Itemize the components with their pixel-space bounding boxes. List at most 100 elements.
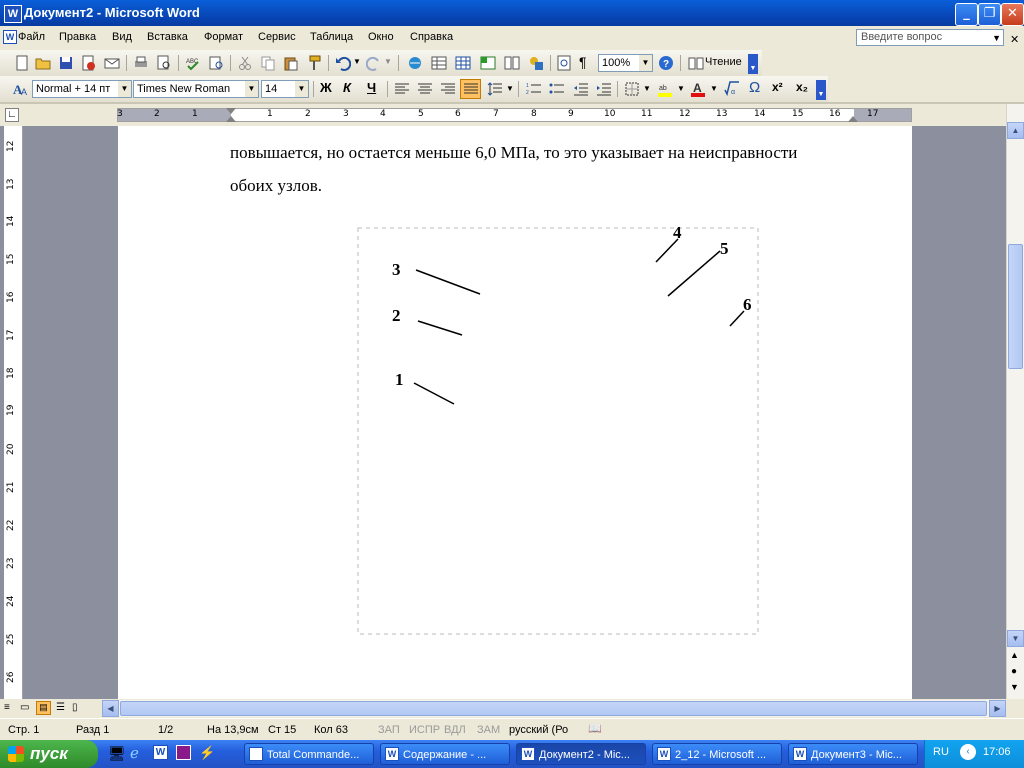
word-app-icon[interactable]: W bbox=[4, 5, 22, 23]
toolbar-options-button[interactable]: ▼ bbox=[748, 54, 758, 74]
equation-icon[interactable]: α bbox=[724, 81, 740, 97]
status-overtype[interactable]: ЗАМ bbox=[477, 724, 500, 736]
bold-button[interactable]: Ж bbox=[320, 80, 332, 95]
columns-icon[interactable] bbox=[504, 55, 520, 71]
body-text-line[interactable]: обоих узлов. bbox=[230, 176, 322, 196]
status-track-changes[interactable]: ИСПР bbox=[409, 724, 440, 736]
numbering-icon[interactable]: 12 bbox=[526, 81, 542, 97]
chevron-down-icon[interactable]: ▼ bbox=[118, 81, 131, 97]
status-extend[interactable]: ВДЛ bbox=[444, 724, 466, 736]
font-select[interactable]: Times New Roman ▼ bbox=[133, 80, 259, 98]
reading-mode-button[interactable]: Чтение bbox=[705, 56, 742, 68]
subscript-button[interactable]: x₂ bbox=[796, 80, 808, 94]
toolbar-options-button[interactable]: ▼ bbox=[816, 80, 826, 100]
right-indent-marker[interactable] bbox=[848, 116, 858, 122]
highlight-dropdown-icon[interactable]: ▼ bbox=[677, 84, 685, 93]
hscroll-thumb[interactable] bbox=[120, 701, 987, 716]
menu-view[interactable]: Вид bbox=[112, 31, 132, 43]
copy-icon[interactable] bbox=[260, 55, 276, 71]
drawing-icon[interactable] bbox=[528, 55, 544, 71]
menu-insert[interactable]: Вставка bbox=[147, 31, 188, 43]
tables-borders-icon[interactable] bbox=[431, 55, 447, 71]
close-document-icon[interactable]: ✕ bbox=[1010, 33, 1019, 46]
reading-mode-icon[interactable] bbox=[688, 55, 704, 71]
insert-symbol-button[interactable]: Ω bbox=[749, 79, 760, 96]
chevron-down-icon[interactable]: ▼ bbox=[639, 55, 652, 71]
redo-icon[interactable] bbox=[366, 55, 382, 71]
taskbar-button[interactable]: Total Commande... bbox=[244, 743, 374, 765]
previous-page-icon[interactable]: ▲ bbox=[1010, 650, 1019, 660]
paste-icon[interactable] bbox=[283, 55, 299, 71]
tray-arrow-icon[interactable]: ‹ bbox=[960, 744, 976, 760]
undo-dropdown-icon[interactable]: ▼ bbox=[353, 57, 361, 66]
chevron-down-icon[interactable]: ▼ bbox=[295, 81, 308, 97]
line-spacing-icon[interactable] bbox=[487, 81, 503, 97]
desktop-icon[interactable]: 🖥 bbox=[108, 745, 126, 762]
align-center-icon[interactable] bbox=[417, 81, 433, 97]
browse-object-icon[interactable]: ● bbox=[1011, 666, 1017, 677]
minimize-button[interactable]: _ bbox=[955, 3, 978, 26]
underline-button[interactable]: Ч bbox=[367, 80, 376, 95]
title-bar[interactable]: W Документ2 - Microsoft Word _ ❐ ✕ bbox=[0, 0, 1024, 26]
help-icon[interactable]: ? bbox=[658, 55, 674, 71]
reading-view-icon[interactable]: ▯ bbox=[72, 702, 78, 713]
scroll-down-button[interactable]: ▼ bbox=[1007, 630, 1024, 647]
zoom-select[interactable]: 100% ▼ bbox=[598, 54, 653, 72]
normal-view-icon[interactable]: ≡ bbox=[4, 702, 10, 713]
cut-icon[interactable] bbox=[237, 55, 253, 71]
word-quicklaunch-icon[interactable]: W bbox=[153, 745, 168, 760]
spelling-status-icon[interactable]: 📖 bbox=[588, 722, 610, 736]
chevron-down-icon[interactable]: ▼ bbox=[992, 33, 1001, 43]
borders-icon[interactable] bbox=[624, 81, 640, 97]
start-button[interactable]: пуск bbox=[0, 740, 98, 768]
quicklaunch-icon[interactable] bbox=[176, 745, 191, 760]
menu-window[interactable]: Окно bbox=[368, 31, 394, 43]
borders-dropdown-icon[interactable]: ▼ bbox=[643, 84, 651, 93]
justify-button[interactable] bbox=[460, 79, 481, 99]
clock[interactable]: 17:06 bbox=[983, 746, 1011, 758]
taskbar-button[interactable]: W Содержание - ... bbox=[380, 743, 510, 765]
scroll-right-button[interactable]: ▶ bbox=[989, 700, 1006, 717]
menu-edit[interactable]: Правка bbox=[59, 31, 96, 43]
increase-indent-icon[interactable] bbox=[596, 81, 612, 97]
style-select[interactable]: Normal + 14 пт ▼ bbox=[32, 80, 132, 98]
bullets-icon[interactable] bbox=[549, 81, 565, 97]
chevron-down-icon[interactable]: ▼ bbox=[245, 81, 258, 97]
technical-figure[interactable] bbox=[338, 222, 778, 640]
web-view-icon[interactable]: ▭ bbox=[20, 702, 29, 713]
spelling-icon[interactable]: ABC bbox=[185, 55, 201, 71]
undo-icon[interactable] bbox=[335, 55, 351, 71]
new-document-icon[interactable] bbox=[14, 55, 30, 71]
line-spacing-dropdown-icon[interactable]: ▼ bbox=[506, 84, 514, 93]
open-folder-icon[interactable] bbox=[35, 55, 51, 71]
decrease-indent-icon[interactable] bbox=[573, 81, 589, 97]
menu-tools[interactable]: Сервис bbox=[258, 31, 296, 43]
help-question-box[interactable]: Введите вопрос ▼ bbox=[856, 29, 1004, 46]
print-preview-icon[interactable] bbox=[156, 55, 172, 71]
show-hide-marks-icon[interactable]: ¶ bbox=[579, 54, 587, 70]
document-map-icon[interactable] bbox=[556, 55, 572, 71]
insert-table-icon[interactable] bbox=[455, 55, 471, 71]
format-painter-icon[interactable] bbox=[306, 55, 322, 71]
document-icon[interactable]: W bbox=[3, 30, 17, 44]
maximize-button[interactable]: ❐ bbox=[978, 3, 1001, 26]
outline-view-icon[interactable]: ☰ bbox=[56, 702, 65, 713]
italic-button[interactable]: К bbox=[343, 80, 351, 95]
taskbar-button[interactable]: W 2_12 - Microsoft ... bbox=[652, 743, 782, 765]
print-icon[interactable] bbox=[133, 55, 149, 71]
print-layout-view-icon[interactable]: ▤ bbox=[36, 701, 51, 715]
vertical-scrollbar[interactable]: ▲ ▼ ▲ ● ▼ bbox=[1006, 104, 1024, 699]
language-indicator[interactable]: RU bbox=[933, 746, 949, 758]
highlight-icon[interactable]: ab bbox=[657, 81, 673, 97]
taskbar-button-active[interactable]: W Документ2 - Mic... bbox=[516, 743, 646, 765]
menu-table[interactable]: Таблица bbox=[310, 31, 353, 43]
redo-dropdown-icon[interactable]: ▼ bbox=[384, 57, 392, 66]
browser-icon[interactable]: ℯ bbox=[130, 744, 139, 762]
styles-formatting-icon[interactable]: AA bbox=[12, 81, 28, 97]
next-page-icon[interactable]: ▼ bbox=[1010, 682, 1019, 692]
menu-help[interactable]: Справка bbox=[410, 31, 453, 43]
body-text-line[interactable]: повышается, но остается меньше 6,0 МПа, … bbox=[230, 143, 797, 163]
menu-format[interactable]: Формат bbox=[204, 31, 243, 43]
hanging-indent-marker[interactable] bbox=[226, 116, 236, 122]
first-line-indent-marker[interactable] bbox=[226, 108, 236, 114]
